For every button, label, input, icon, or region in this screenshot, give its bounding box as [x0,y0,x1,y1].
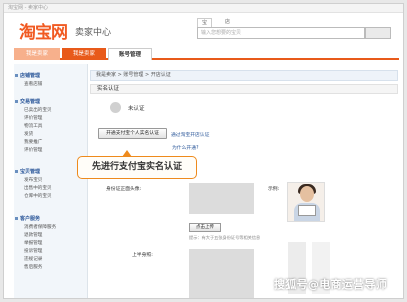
nav-tab-seller-home[interactable]: 我是卖家 [14,48,60,60]
sample-photo [287,182,325,222]
sidebar-item[interactable]: 发布宝贝 [24,177,42,183]
sidebar-item[interactable]: 违规记录 [24,256,42,262]
search-tab-shops[interactable]: 店铺 [221,18,234,34]
sidebar-item[interactable]: 出售中的宝贝 [24,185,52,191]
alipay-verify-button[interactable]: 开通支付宝个人实名认证 [98,128,167,139]
sidebar-item[interactable]: 退款管理 [24,232,42,238]
sidebar-item[interactable]: 已卖出的宝贝 [24,107,52,113]
sidebar-item[interactable]: 发货 [24,131,33,137]
taobao-logo[interactable]: 淘宝网 [19,18,68,43]
nav-tab-account[interactable]: 账号管理 [108,48,152,60]
sidebar-item[interactable]: 我要推广 [24,139,42,145]
window-title: 淘宝网 - 卖家中心 [8,5,48,11]
panel-title: 实名认证 [90,84,398,94]
sidebar-group-items[interactable]: 宝贝管理 [14,168,40,175]
upload-hint: 提示：有大于五张身份证号等相关信息 [189,235,261,240]
id-front-label: 身份证正面头像: [106,187,142,192]
sidebar-item[interactable]: 查看店铺 [24,81,42,87]
sidebar-item[interactable]: 消费者保障服务 [24,224,56,230]
verification-status: 未认证 [128,106,145,112]
sidebar-item[interactable]: 评价管理 [24,147,42,153]
sidebar-group-shop[interactable]: 店铺管理 [14,72,40,79]
sidebar-item[interactable]: 物流工具 [24,123,42,129]
breadcrumb: 我是卖家 > 账号管理 > 开店认证 [90,70,398,81]
search-tab-items[interactable]: 宝贝 [197,18,213,35]
upper-body-label: 上半身照: [132,253,153,258]
seller-center-label: 卖家中心 [75,28,112,38]
watermark: 搜狐号@电商运营导师 [274,278,387,291]
search-button[interactable] [365,27,391,39]
browser-frame: 淘宝网 - 卖家中心 淘宝网 卖家中心 宝贝 店铺 输入您想要的宝贝 我是卖家 … [3,3,404,299]
taobao-verify-link[interactable]: 通过淘宝开店认证 [171,131,209,138]
sidebar-group-trade[interactable]: 交易管理 [14,98,40,105]
sidebar-item[interactable]: 评价管理 [24,115,42,121]
sidebar-group-service[interactable]: 客户服务 [14,215,40,222]
nav-tab-seller[interactable]: 我是卖家 [62,48,106,60]
top-bar: 淘宝网 - 卖家中心 [4,4,403,13]
why-verify-link[interactable]: 为什么开通? [172,144,199,151]
sidebar: 店铺管理 查看店铺 交易管理 已卖出的宝贝 评价管理 物流工具 发货 我要推广 … [14,64,88,298]
sidebar-item[interactable]: 举报管理 [24,240,42,246]
upload-button[interactable]: 点击上传 [189,223,221,232]
sidebar-item[interactable]: 仓库中的宝贝 [24,193,52,199]
sidebar-item[interactable]: 售后服务 [24,264,42,270]
main-nav: 我是卖家 我是卖家 账号管理 [14,48,399,60]
sample-id-card [298,205,316,216]
sample-photo-face [300,186,314,202]
instruction-callout: 先进行支付宝实名认证 [77,156,197,179]
id-photo-placeholder [189,183,254,214]
search-input[interactable]: 输入您想要的宝贝 [197,27,365,39]
status-icon [110,102,121,113]
sidebar-item[interactable]: 投诉管理 [24,248,42,254]
upper-body-photo-placeholder [189,249,254,298]
sample-label: 示例: [268,187,280,192]
